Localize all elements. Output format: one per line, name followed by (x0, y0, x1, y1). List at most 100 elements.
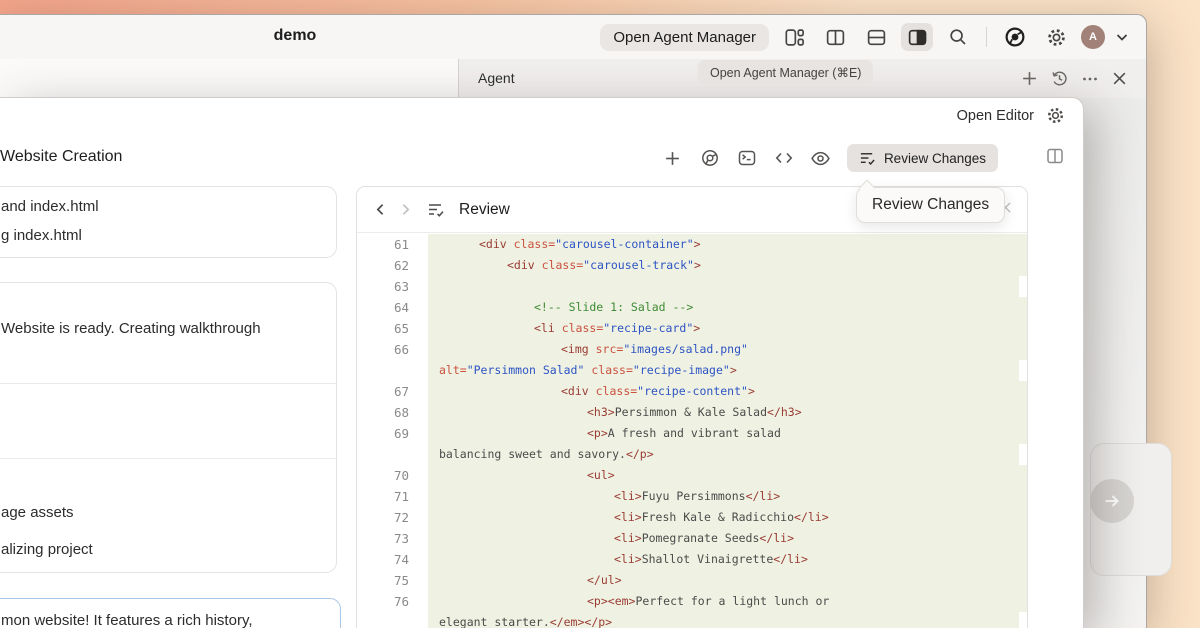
code-line: </ul> (428, 570, 1027, 591)
code-line: <li class="recipe-card"> (428, 318, 1027, 339)
eye-icon[interactable] (806, 144, 836, 172)
agent-panel-actions (1021, 59, 1128, 98)
list-check-icon (859, 150, 876, 167)
code-row: 62 <div class="carousel-track"> (357, 255, 1027, 276)
code-line: <ul> (428, 465, 1027, 486)
code-line: <li>Pomegranate Seeds</li> (428, 528, 1027, 549)
browser-logo-icon[interactable] (999, 23, 1031, 51)
code-row: 61<div class="carousel-container"> (357, 234, 1027, 255)
status-text: Website is ready. Creating walkthrough (1, 320, 261, 337)
progress-card: Website is ready. Creating walkthrough E… (0, 282, 337, 573)
composer-card[interactable]: mon website! It features a rich history, (0, 598, 341, 628)
code-row: 71 <li>Fuyu Persimmons</li> (357, 486, 1027, 507)
code-diff-view[interactable]: 61<div class="carousel-container">62 <div… (357, 234, 1027, 628)
tab-strip: Agent (0, 59, 1146, 98)
agent-panel-title: Agent (478, 70, 515, 86)
code-line: <!-- Slide 1: Salad --> (428, 297, 1027, 318)
agent-manager-overlay: Open Editor Website Creation (0, 97, 1084, 628)
file-list-item[interactable]: and index.html (0, 198, 99, 215)
line-number: 75 (357, 570, 409, 591)
code-row: 67<div class="recipe-content"> (357, 381, 1027, 402)
divider (0, 383, 336, 384)
line-number: 72 (357, 507, 409, 528)
line-number: 71 (357, 486, 409, 507)
chevron-down-icon[interactable] (1114, 29, 1130, 45)
open-editor-button[interactable]: Open Editor (957, 108, 1034, 124)
code-line: <li>Fuyu Persimmons</li> (428, 486, 1027, 507)
session-toolbar: Review Changes (658, 144, 998, 172)
open-agent-manager-button[interactable]: Open Agent Manager (600, 24, 769, 51)
code-row: elegant starter.</em></p> (357, 612, 1027, 628)
composer-text: mon website! It features a rich history, (1, 612, 253, 628)
files-card: and index.html g index.html (0, 186, 337, 258)
divider (0, 458, 336, 459)
right-panel-icon[interactable] (901, 23, 933, 51)
split-vertical-icon[interactable] (819, 23, 851, 51)
code-line (428, 276, 1019, 297)
code-line: elegant starter.</em></p> (428, 612, 1019, 628)
plus-icon[interactable] (658, 144, 688, 172)
send-arrow-button[interactable] (1090, 479, 1134, 523)
more-icon[interactable] (1081, 70, 1099, 88)
active-page-tab[interactable] (0, 59, 459, 99)
settings-gear-icon[interactable] (1046, 106, 1065, 125)
code-row: alt="Persimmon Salad" class="recipe-imag… (357, 360, 1027, 381)
line-number: 70 (357, 465, 409, 486)
file-list-item[interactable]: g index.html (0, 227, 82, 244)
close-icon[interactable] (1111, 70, 1128, 87)
list-check-icon (427, 201, 445, 219)
code-row: 76 <p><em>Perfect for a light lunch or (357, 591, 1027, 612)
titlebar-divider (986, 27, 987, 47)
code-row: 73 <li>Pomegranate Seeds</li> (357, 528, 1027, 549)
search-icon[interactable] (942, 23, 974, 51)
back-icon[interactable] (373, 202, 388, 217)
line-number (357, 360, 409, 381)
code-row: 68 <h3>Persimmon & Kale Salad</h3> (357, 402, 1027, 423)
settings-gear-icon[interactable] (1040, 23, 1072, 51)
code-line: <div class="recipe-content"> (428, 381, 1027, 402)
split-horizontal-icon[interactable] (860, 23, 892, 51)
code-row: 70 <ul> (357, 465, 1027, 486)
code-line: <h3>Persimmon & Kale Salad</h3> (428, 402, 1027, 423)
titlebar-actions: Open Agent Manager (600, 15, 1130, 59)
plus-icon[interactable] (1021, 70, 1038, 87)
line-number: 62 (357, 255, 409, 276)
code-row: 63 (357, 276, 1027, 297)
line-number (357, 612, 409, 628)
review-panel: Review 61<div class="carousel-container"… (356, 186, 1028, 628)
code-line: <div class="carousel-track"> (428, 255, 1027, 276)
line-number: 68 (357, 402, 409, 423)
review-changes-label: Review Changes (884, 151, 986, 166)
line-number: 63 (357, 276, 409, 297)
window-titlebar: demo Open Agent Manager (0, 15, 1146, 60)
code-line: <p><em>Perfect for a light lunch or (428, 591, 1027, 612)
desktop: demo Open Agent Manager (0, 0, 1200, 628)
terminal-icon[interactable] (732, 144, 762, 172)
browser-icon[interactable] (695, 144, 725, 172)
code-row: 72<li>Fresh Kale & Radicchio</li> (357, 507, 1027, 528)
code-line: alt="Persimmon Salad" class="recipe-imag… (428, 360, 1019, 381)
code-icon[interactable] (769, 144, 799, 172)
history-icon[interactable] (1050, 69, 1069, 88)
tooltip-review-changes: Review Changes (856, 187, 1005, 223)
line-number: 65 (357, 318, 409, 339)
review-changes-button[interactable]: Review Changes (847, 144, 998, 172)
layout-windows-icon[interactable] (778, 23, 810, 51)
forward-icon[interactable] (398, 202, 413, 217)
line-number: 76 (357, 591, 409, 612)
line-number: 73 (357, 528, 409, 549)
avatar[interactable]: A (1081, 25, 1105, 49)
split-pane-icon[interactable] (1045, 146, 1065, 166)
tooltip-open-agent-manager: Open Agent Manager (⌘E) (698, 60, 873, 85)
code-row: 66<img src="images/salad.png" (357, 339, 1027, 360)
code-line: <p>A fresh and vibrant salad (428, 423, 1027, 444)
session-title: Website Creation (0, 148, 122, 166)
code-row: 74 <li>Shallot Vinaigrette</li> (357, 549, 1027, 570)
code-row: balancing sweet and savory.</p> (357, 444, 1027, 465)
line-number: 69 (357, 423, 409, 444)
code-line: <li>Shallot Vinaigrette</li> (428, 549, 1027, 570)
line-number: 74 (357, 549, 409, 570)
step-item[interactable]: alizing project (1, 541, 93, 558)
step-item[interactable]: age assets (1, 504, 74, 521)
code-row: 69 <p>A fresh and vibrant salad (357, 423, 1027, 444)
